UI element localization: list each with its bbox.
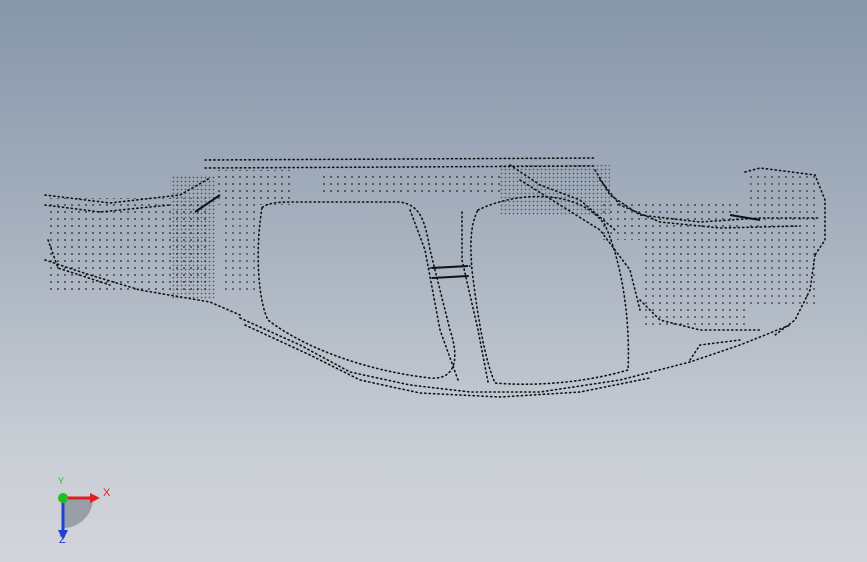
coordinate-triad: X Y Z [40, 476, 120, 548]
x-axis-label: X [103, 487, 111, 499]
roof-rail-line [204, 157, 596, 161]
graphics-viewport[interactable]: X Y Z [0, 0, 867, 562]
b-pillar [409, 209, 459, 381]
z-axis-label: Z [59, 534, 66, 546]
car-frame-point-cloud[interactable] [0, 0, 867, 562]
front-door-opening [257, 201, 456, 379]
y-axis-label: Y [58, 476, 65, 486]
